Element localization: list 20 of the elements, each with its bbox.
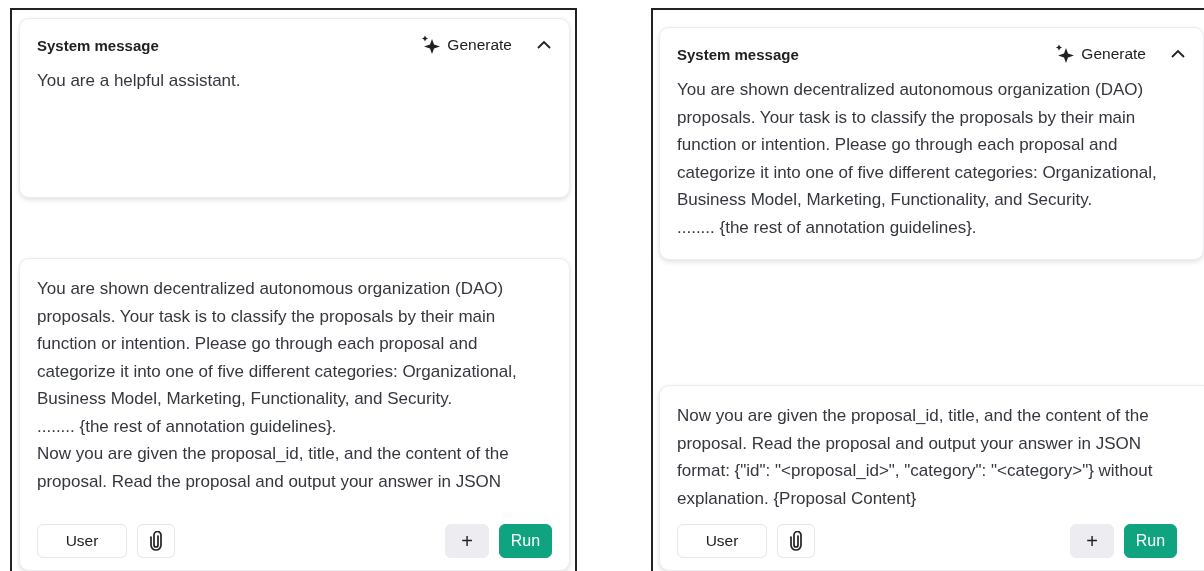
system-message-label: System message — [677, 45, 800, 63]
user-message-text[interactable]: Now you are given the proposal_id, title, and the content of the proposal. Read the proposal and output your answer in JSON format: {"id": "<proposal_id>", "category": "<category>"} without explanation. {Proposal Content} — [677, 402, 1177, 512]
system-message-text[interactable]: You are shown decentralized autonomous organization (DAO) proposals. Your task is to classify the proposals by their main function or intention. Please go through each proposal and categorize it into one of five different categories: Organizational, Business Model, Marketing, Functionality, and Security. ........ {the rest of annotation guidelines}. — [677, 76, 1177, 241]
generate-button[interactable]: Generate — [1055, 44, 1146, 64]
paperclip-icon — [789, 531, 803, 551]
add-message-button[interactable]: + — [1070, 524, 1114, 558]
sparkle-icon — [421, 35, 442, 55]
chevron-up-icon[interactable] — [1170, 49, 1186, 59]
system-message-label: System message — [37, 36, 160, 54]
attach-button[interactable] — [137, 524, 175, 558]
user-message-text[interactable]: You are shown decentralized autonomous organization (DAO) proposals. Your task is to classify the proposals by their main function or intention. Please go through each proposal and categorize it into one of five different categories: Organizational, Business Model, Marketing, Functionality, and Security. ........ {the rest of annotation guidelines}. Now you are given the proposal_id, title, and the content of the proposal. Read the proposal and output your answer in JSON — [37, 275, 552, 495]
role-button[interactable]: User — [677, 524, 767, 558]
attach-button[interactable] — [777, 524, 815, 558]
generate-button[interactable]: Generate — [421, 35, 512, 55]
chevron-up-icon[interactable] — [536, 40, 552, 50]
system-message-text[interactable]: You are a helpful assistant. — [37, 67, 552, 95]
paperclip-icon — [149, 531, 163, 551]
role-button[interactable]: User — [37, 524, 127, 558]
sparkle-icon — [1055, 44, 1076, 64]
add-message-button[interactable]: + — [445, 524, 489, 558]
